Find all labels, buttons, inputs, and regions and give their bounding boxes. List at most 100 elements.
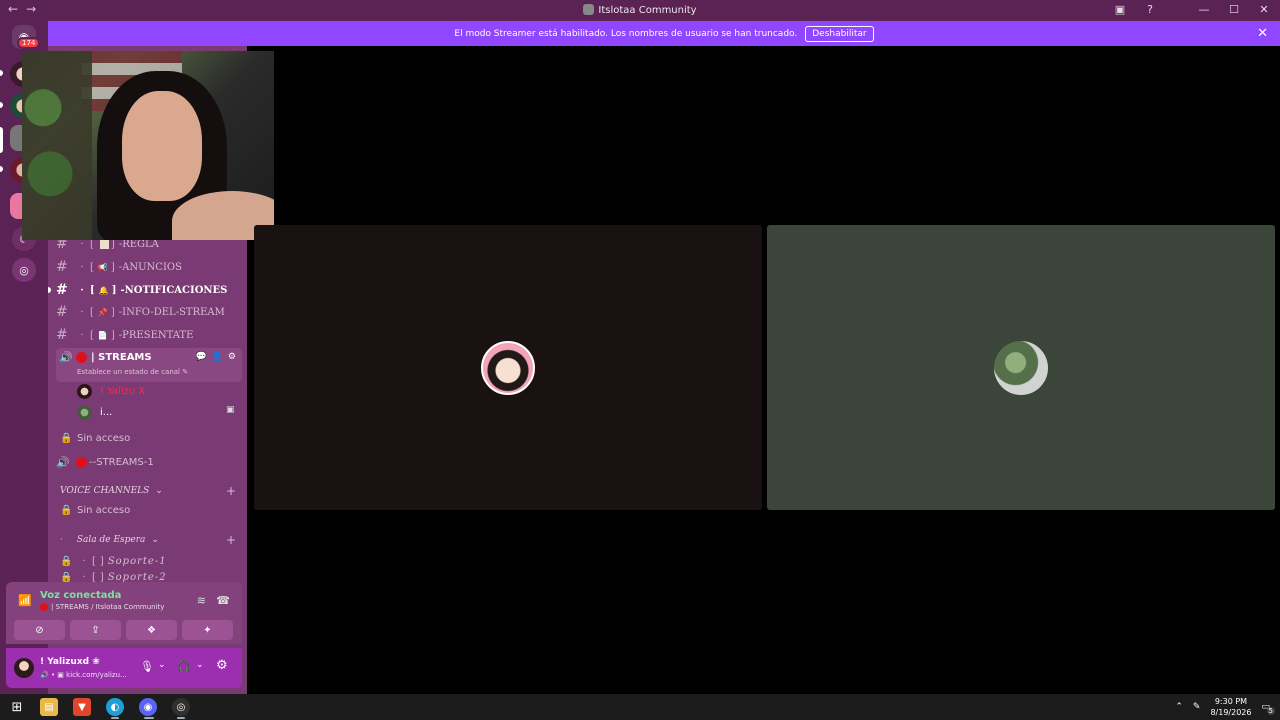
channel-name: -PRESENTATE [118, 329, 194, 341]
lock-icon: 🔒 [60, 505, 73, 516]
active-indicator [144, 717, 154, 719]
lock-icon: 🔒 [60, 572, 73, 582]
file-explorer-icon[interactable]: ▤ [40, 698, 58, 716]
chevron-down-icon[interactable]: ⌄ [196, 660, 204, 670]
pen-icon[interactable]: ✎ [1193, 702, 1201, 712]
chevron-down-icon: ⌄ [155, 486, 163, 496]
add-channel-icon[interactable]: + [226, 533, 236, 547]
compass-icon: ◎ [19, 263, 29, 277]
start-button[interactable]: ⊞ [8, 698, 26, 716]
voice-channel-streams-1[interactable]: 🔊 --STREAMS-1 [56, 452, 246, 472]
channel-notificaciones[interactable]: # · [ 🔔 ] -NOTIFICACIONES [56, 280, 246, 300]
avatar [77, 383, 92, 399]
disconnect-icon[interactable]: ☎ [216, 594, 230, 607]
locked-notice: 🔒 Sin acceso [60, 505, 131, 516]
channel-name: Soporte-1 [107, 555, 167, 567]
microphone-icon[interactable]: 🎙 [140, 660, 154, 673]
window-controls: ▣ ? — ☐ ✕ [1112, 3, 1272, 16]
channel-name: -INFO-DEL-STREAM [118, 306, 225, 318]
voice-user-name: i... [100, 406, 113, 418]
explore-button[interactable]: ◎ [12, 258, 36, 282]
voice-connected-panel: 📶 Voz conectada | STREAMS / Itslotaa Com… [6, 582, 242, 644]
chevron-down-icon: ⌄ [151, 535, 159, 545]
voice-channel-soporte-2[interactable]: 🔒 · [ ] Soporte-2 [60, 572, 250, 582]
channel-name: -ANUNCIOS [118, 261, 182, 273]
obs-icon[interactable]: ◎ [172, 698, 190, 716]
channel-info-del-stream[interactable]: # · [ 📌 ] -INFO-DEL-STREAM [56, 302, 246, 322]
channel-name: -NOTIFICACIONES [120, 284, 228, 296]
chevron-down-icon[interactable]: ⌄ [158, 660, 166, 670]
running-indicator [111, 717, 119, 719]
megaphone-icon: 📢 [97, 262, 108, 272]
banner-text: El modo Streamer está habilitado. Los no… [454, 28, 798, 39]
speaker-icon: 🔊 [59, 351, 73, 364]
close-banner-icon[interactable]: ✕ [1257, 26, 1268, 41]
voice-user-name: ! Yalizu X [100, 385, 146, 397]
date: 8/19/2026 [1210, 708, 1252, 717]
webcam-person-face [122, 91, 202, 201]
invite-icon[interactable]: 👤 [212, 352, 223, 362]
soundboard-button[interactable]: ✦ [182, 620, 233, 640]
edge-icon[interactable]: ◐ [106, 698, 124, 716]
brave-icon[interactable]: ▼ [73, 698, 91, 716]
voice-channel-streams[interactable]: 🔊 | STREAMS Establece un estado de canal… [56, 348, 242, 382]
close-window-button[interactable]: ✕ [1256, 3, 1272, 16]
minimize-button[interactable]: — [1196, 3, 1212, 16]
activities-button[interactable]: ❖ [126, 620, 177, 640]
noise-suppression-icon[interactable]: ≋ [197, 594, 206, 607]
channel-emoji-icon [99, 239, 109, 249]
running-indicator [177, 717, 185, 719]
clock[interactable]: 9:30 PM 8/19/2026 [1210, 696, 1251, 718]
chevron-up-icon[interactable]: ⌃ [1175, 702, 1183, 712]
red-circle-icon [76, 456, 87, 468]
chat-icon[interactable]: 💬 [195, 352, 206, 362]
activities-icon: ❖ [147, 624, 156, 636]
category-sala-de-espera[interactable]: · Sala de Espera ⌄ + [60, 533, 240, 547]
windows-taskbar: ⊞ ▤ ▼ ◐ ◉ ◎ ⌃ ✎ 9:30 PM 8/19/2026 ▭ 5 [0, 694, 1280, 720]
voice-user[interactable]: ! Yalizu X [77, 382, 145, 400]
channel-status[interactable]: Establece un estado de canal ✎ [77, 368, 188, 376]
screen-share-button[interactable]: ⇪ [70, 620, 121, 640]
participant-avatar [481, 340, 535, 395]
settings-icon[interactable]: ⚙ [228, 352, 236, 362]
voice-user[interactable]: i... [77, 403, 112, 421]
add-channel-icon[interactable]: + [226, 484, 236, 498]
maximize-button[interactable]: ☐ [1226, 3, 1242, 16]
help-icon[interactable]: ? [1142, 3, 1158, 16]
channel-anuncios[interactable]: # · [ 📢 ] -ANUNCIOS [56, 257, 246, 277]
avatar[interactable] [14, 658, 34, 678]
voice-connected-title[interactable]: Voz conectada [40, 590, 121, 601]
avatar [77, 404, 92, 420]
camera-off-button[interactable]: ⊘ [14, 620, 65, 640]
channel-name: Soporte-2 [107, 572, 167, 582]
title-bar: ← → Itslotaa Community ▣ ? — ☐ ✕ [0, 0, 1280, 21]
screen-share-icon: ⇪ [91, 624, 100, 636]
voice-connected-subtitle[interactable]: | STREAMS / Itslotaa Community [51, 603, 164, 611]
headset-icon[interactable]: 🎧 [177, 660, 191, 673]
channel-name: --STREAMS-1 [89, 456, 154, 468]
participant-tile-2[interactable] [767, 225, 1275, 510]
channel-presentate[interactable]: # · [ 📄 ] -PRESENTATE [56, 325, 246, 345]
lock-icon: 🔒 [60, 555, 73, 567]
camera-off-icon: ⊘ [35, 624, 44, 636]
inbox-icon[interactable]: ▣ [1112, 3, 1128, 16]
user-settings-icon[interactable]: ⚙ [216, 658, 228, 673]
streamer-mode-banner: El modo Streamer está habilitado. Los no… [48, 21, 1280, 46]
system-tray: ⌃ ✎ 9:30 PM 8/19/2026 ▭ 5 [1175, 694, 1275, 720]
red-circle-icon [40, 603, 48, 611]
voice-channel-name: | STREAMS [91, 352, 152, 363]
user-name[interactable]: ! Yalizuxd ❀ [40, 657, 100, 667]
signal-icon[interactable]: 📶 [18, 594, 32, 607]
user-status: 🔊 • ▣ kick.com/yalizu... [40, 671, 127, 679]
voice-channel-soporte-1[interactable]: 🔒 · [ ] Soporte-1 [60, 551, 250, 571]
locked-notice: 🔒 Sin acceso [60, 433, 131, 444]
notification-count: 5 [1266, 707, 1275, 715]
category-voice-channels[interactable]: VOICE CHANNELS ⌄ + [60, 484, 240, 498]
discord-icon[interactable]: ◉ [139, 698, 157, 716]
screen-share-icon: ▣ [226, 405, 235, 415]
soundboard-icon: ✦ [203, 624, 212, 636]
notification-center[interactable]: ▭ 5 [1261, 702, 1275, 715]
time: 9:30 PM [1214, 697, 1248, 706]
participant-tile-1[interactable] [254, 225, 762, 510]
disable-streamer-mode-button[interactable]: Deshabilitar [805, 25, 874, 42]
